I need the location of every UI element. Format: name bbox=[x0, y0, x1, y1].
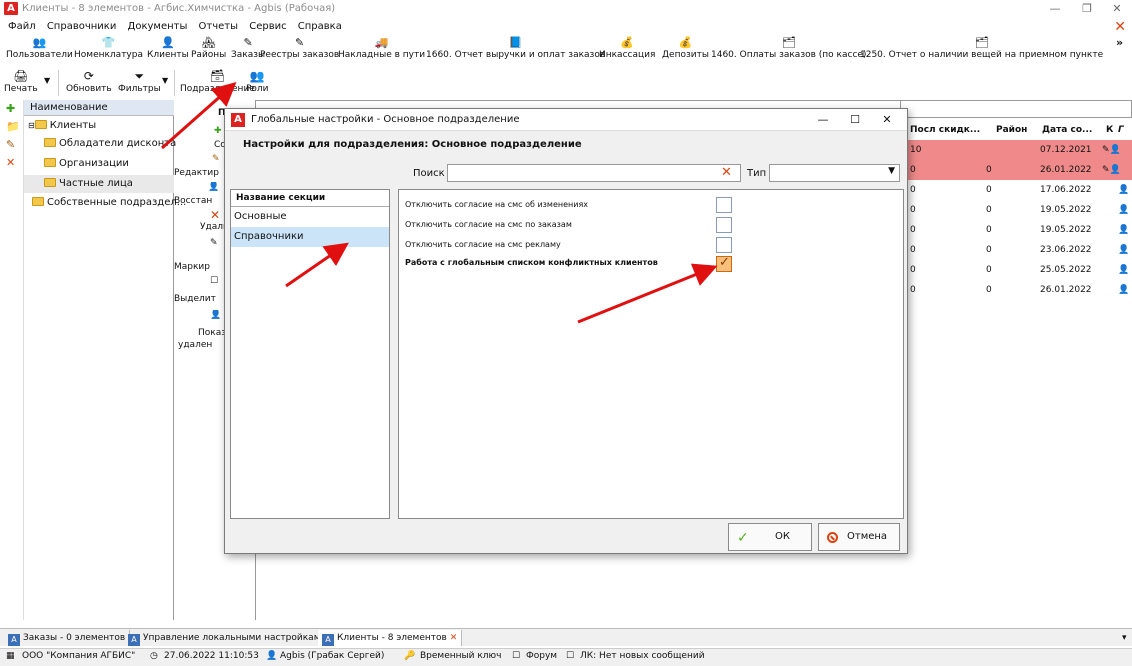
tab-clients[interactable]: A Клиенты - 8 элементов ✕ bbox=[318, 630, 463, 646]
messages-icon: ☐ bbox=[566, 651, 575, 661]
tabs-scroll-icon[interactable]: ▾ bbox=[1118, 630, 1131, 646]
key-icon: 🔑 bbox=[404, 651, 416, 661]
clock-icon: ◷ bbox=[150, 651, 158, 661]
arrow-to-subdivision bbox=[161, 82, 237, 150]
status-company: ООО "Компания АГБИС" bbox=[22, 651, 136, 661]
document-tabs: A Заказы - 0 элементов A Управление локаль… bbox=[0, 628, 1132, 646]
close-tab-icon[interactable]: ✕ bbox=[450, 633, 458, 643]
status-bar: ▦ ООО "Компания АГБИС" ◷ 27.06.2022 11:1… bbox=[0, 648, 1132, 666]
app-logo-icon: A bbox=[128, 634, 140, 646]
arrow-to-checkbox bbox=[577, 263, 718, 324]
tab-local-settings[interactable]: A Управление локальными настройками bbox=[124, 630, 332, 646]
company-icon: ▦ bbox=[6, 651, 15, 661]
status-lk[interactable]: ЛК: Нет новых сообщений bbox=[580, 651, 705, 661]
app-logo-icon: A bbox=[322, 634, 334, 646]
tab-orders[interactable]: A Заказы - 0 элементов bbox=[4, 630, 131, 646]
status-forum[interactable]: Форум bbox=[526, 651, 557, 661]
arrow-to-directories bbox=[285, 242, 349, 288]
status-datetime: 27.06.2022 11:10:53 bbox=[164, 651, 259, 661]
status-user: Agbis (Грабак Сергей) bbox=[280, 651, 385, 661]
status-key[interactable]: Временный ключ bbox=[420, 651, 501, 661]
app-logo-icon: A bbox=[8, 634, 20, 646]
forum-icon: ☐ bbox=[512, 651, 521, 661]
user-icon: 👤 bbox=[266, 651, 278, 661]
annotation-arrows bbox=[161, 82, 718, 324]
